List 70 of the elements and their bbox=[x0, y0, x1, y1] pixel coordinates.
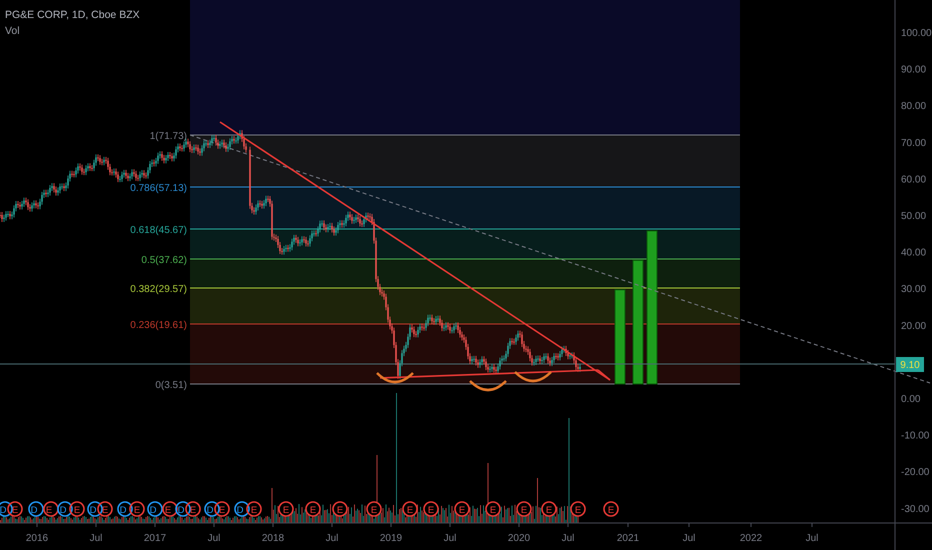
time-axis-label: 2019 bbox=[380, 533, 402, 544]
time-axis-label: 2021 bbox=[616, 533, 640, 544]
fib-level-label: 0.5(37.62) bbox=[141, 255, 187, 266]
time-axis-label: Jul bbox=[562, 533, 574, 544]
time-axis-label: 2016 bbox=[26, 533, 48, 544]
event-marker[interactable]: E bbox=[603, 501, 619, 517]
time-axis-label: Jul bbox=[806, 533, 818, 544]
time-axis-label: Jul bbox=[90, 533, 102, 544]
event-marker[interactable]: E bbox=[185, 501, 201, 517]
price-axis-label: -30.00 bbox=[901, 504, 930, 515]
price-axis-label: 40.00 bbox=[901, 248, 926, 259]
indicator-label: Vol bbox=[5, 25, 20, 37]
fib-level-label: 0.618(45.67) bbox=[130, 225, 187, 236]
event-marker[interactable]: E bbox=[570, 501, 586, 517]
time-axis-label: 2017 bbox=[144, 533, 166, 544]
price-axis-label: 30.00 bbox=[901, 284, 926, 296]
symbol-title: PG&E CORP, 1D, Cboe BZX bbox=[5, 9, 140, 21]
price-axis-label: 70.00 bbox=[901, 138, 926, 149]
arc-drawing bbox=[514, 371, 552, 382]
event-marker[interactable]: E bbox=[162, 501, 178, 517]
price-axis-label: 80.00 bbox=[901, 101, 926, 112]
price-axis-label: 20.00 bbox=[901, 320, 926, 332]
event-marker[interactable]: D bbox=[234, 501, 250, 517]
event-marker[interactable]: D bbox=[175, 501, 191, 517]
event-marker[interactable]: E bbox=[246, 501, 262, 517]
event-marker[interactable]: E bbox=[278, 501, 294, 517]
event-marker[interactable]: E bbox=[541, 501, 557, 517]
event-marker[interactable]: E bbox=[7, 501, 23, 517]
time-axis-label: Jul bbox=[208, 533, 220, 544]
event-marker[interactable]: E bbox=[305, 501, 321, 517]
event-marker[interactable]: D bbox=[87, 501, 103, 517]
fib-level-label: 0.236(19.61) bbox=[130, 320, 187, 331]
event-marker[interactable]: E bbox=[423, 501, 439, 517]
time-axis-label: 2022 bbox=[740, 533, 762, 544]
event-marker[interactable]: D bbox=[28, 501, 44, 517]
event-marker[interactable]: E bbox=[454, 501, 470, 517]
arc-drawing bbox=[469, 380, 507, 392]
time-axis-label: Jul bbox=[326, 533, 338, 544]
price-axis-label: -20.00 bbox=[901, 467, 930, 478]
price-axis-label: 50.00 bbox=[901, 211, 926, 222]
time-axis-label: 2018 bbox=[262, 533, 284, 544]
fib-level-label: 0(3.51) bbox=[155, 380, 187, 391]
price-axis-label: 100.00 bbox=[901, 28, 932, 39]
time-axis-label: Jul bbox=[682, 533, 696, 544]
event-marker[interactable]: E bbox=[332, 501, 348, 517]
arc-drawing bbox=[376, 372, 414, 384]
price-axis-label: -10.00 bbox=[901, 430, 930, 442]
event-marker[interactable]: E bbox=[485, 501, 501, 517]
event-marker[interactable]: D bbox=[57, 501, 73, 517]
event-marker[interactable]: D bbox=[0, 501, 13, 517]
event-marker[interactable]: E bbox=[97, 501, 113, 517]
event-marker[interactable]: D bbox=[204, 501, 220, 517]
event-marker[interactable]: E bbox=[366, 501, 382, 517]
event-marker[interactable]: E bbox=[214, 501, 230, 517]
event-marker[interactable]: E bbox=[402, 501, 418, 517]
time-axis-label: 2020 bbox=[508, 533, 530, 544]
time-axis-label: Jul bbox=[444, 533, 456, 544]
event-marker[interactable]: E bbox=[516, 501, 532, 517]
event-marker[interactable]: E bbox=[69, 501, 85, 517]
fib-level-label: 1(71.73) bbox=[150, 131, 187, 142]
event-marker[interactable]: E bbox=[43, 501, 59, 517]
price-axis-label: 0.00 bbox=[901, 394, 920, 405]
event-marker[interactable]: D bbox=[117, 501, 133, 517]
fib-level-label: 0.786(57.13) bbox=[130, 183, 187, 194]
fib-level-label: 0.382(29.57) bbox=[130, 284, 187, 295]
price-axis-label: 90.00 bbox=[901, 64, 926, 76]
current-price-badge: 9.10 bbox=[896, 357, 924, 372]
event-marker[interactable]: D bbox=[147, 501, 163, 517]
price-axis-label: 60.00 bbox=[901, 174, 926, 186]
event-marker[interactable]: E bbox=[129, 501, 145, 517]
